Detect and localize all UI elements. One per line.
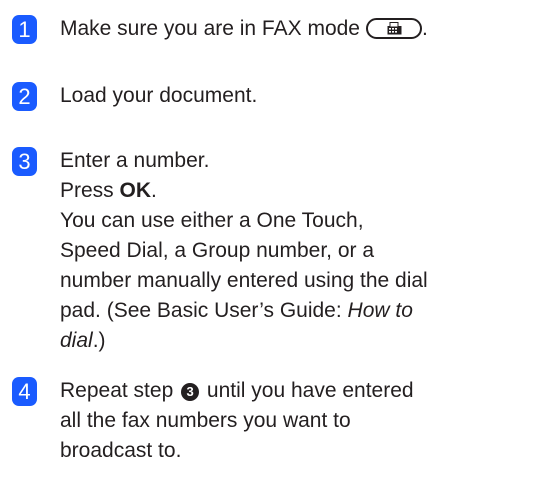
step-4-line-3: broadcast to.: [60, 439, 182, 462]
step-4-line-2: all the fax numbers you want to: [60, 409, 351, 432]
ok-key-label: OK: [119, 179, 152, 202]
press-suffix: .: [151, 179, 157, 202]
step-number-badge: 4: [12, 377, 37, 406]
step-3-line-5: number manually entered using the dial: [60, 269, 428, 292]
step-number-badge: 1: [12, 15, 37, 44]
step-3-line-3: You can use either a One Touch,: [60, 209, 364, 232]
step-1-trailing: .: [421, 17, 428, 40]
step-4-line-1: Repeat step 3 until you have entered: [60, 376, 542, 406]
step-number-badge: 3: [12, 147, 37, 176]
repeat-step-prefix: Repeat step: [60, 379, 180, 402]
step-3-line-1: Enter a number.: [60, 149, 210, 172]
step-reference-badge: 3: [181, 383, 200, 401]
step-text: Make sure you are in FAX mode.: [60, 14, 542, 44]
step-text: Repeat step 3 until you have entered all…: [60, 376, 542, 466]
guide-reference-title-part-2: dial: [60, 329, 93, 352]
step-2-text: Load your document.: [60, 84, 258, 107]
step-3-line-7: dial.): [60, 326, 542, 356]
fax-mode-key-icon: [365, 18, 422, 39]
press-prefix: Press: [60, 179, 120, 202]
step-text: Load your document.: [60, 81, 542, 111]
fax-icon: [387, 22, 402, 35]
repeat-step-suffix: until you have entered: [201, 379, 414, 402]
step-3-line-4: Speed Dial, a Group number, or a: [60, 239, 375, 262]
guide-reference-title-part-1: How to: [347, 299, 413, 322]
step-number-badge: 2: [12, 82, 37, 111]
guide-reference-prefix: pad. (See Basic User’s Guide:: [60, 299, 348, 322]
step-3-line-6: pad. (See Basic User’s Guide: How to: [60, 296, 542, 326]
step-text: Enter a number. Press OK. You can use ei…: [60, 146, 542, 356]
step-3-press-line: Press OK.: [60, 176, 542, 206]
step-1-text: Make sure you are in FAX mode: [60, 17, 360, 40]
guide-reference-suffix: .): [92, 329, 106, 352]
